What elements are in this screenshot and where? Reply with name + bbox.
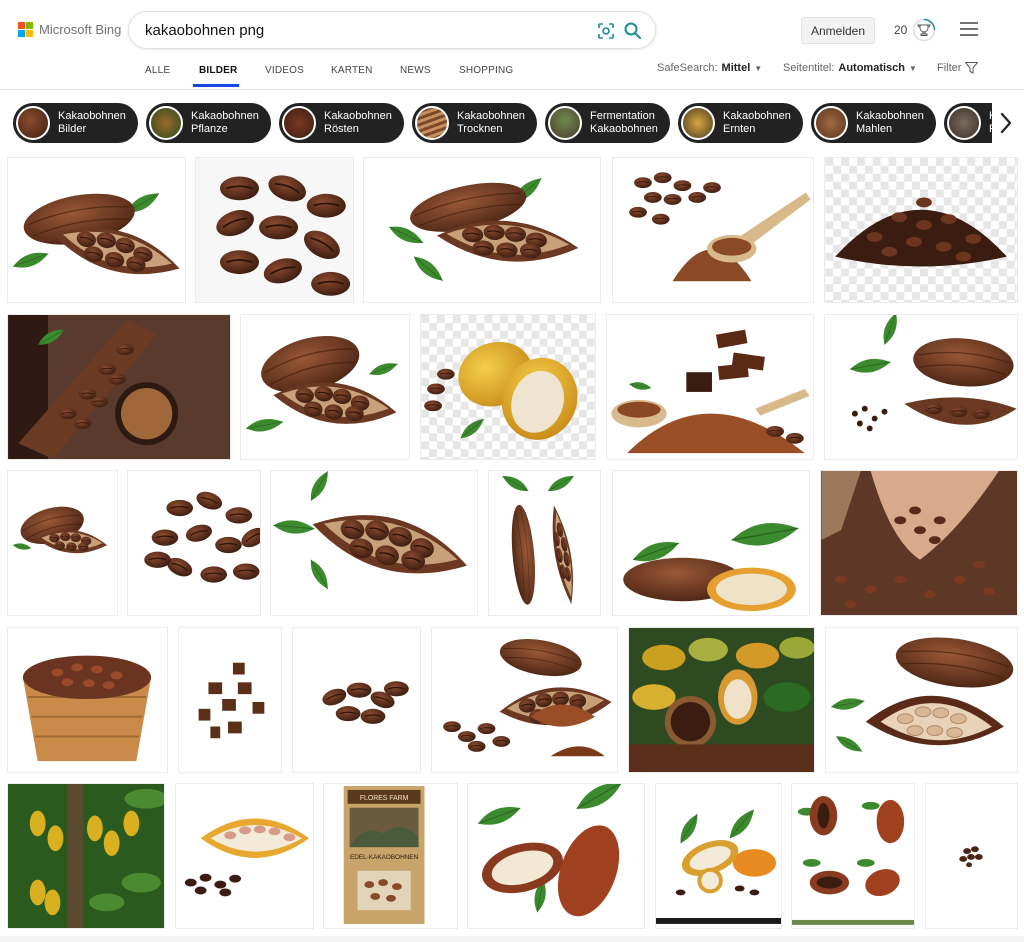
image-result[interactable] bbox=[612, 157, 814, 303]
cocoa-tree-image bbox=[8, 784, 164, 928]
image-result[interactable] bbox=[270, 470, 478, 616]
cocoa-pod-image bbox=[244, 325, 400, 435]
small-beans-image bbox=[959, 846, 983, 868]
image-result[interactable] bbox=[824, 314, 1018, 460]
image-result[interactable] bbox=[825, 627, 1018, 773]
cocoa-pod-image bbox=[386, 173, 600, 286]
image-result[interactable] bbox=[175, 783, 314, 929]
image-result[interactable] bbox=[363, 157, 601, 303]
cocoa-beans-image bbox=[319, 680, 410, 725]
image-result[interactable] bbox=[195, 157, 354, 303]
cocoa-pod-image bbox=[499, 471, 600, 607]
cocoa-pods-set-image bbox=[792, 795, 914, 925]
cocoa-beans-pile-image bbox=[825, 158, 1017, 302]
product-box-image: FLORES FARM EDEL-KAKAOBOHNEN bbox=[343, 786, 425, 924]
product-title-text: EDEL-KAKAOBOHNEN bbox=[350, 854, 419, 861]
image-result[interactable] bbox=[606, 314, 814, 460]
image-result[interactable] bbox=[925, 783, 1018, 929]
cocoa-pod-image bbox=[12, 499, 117, 615]
cocoa-beans-image bbox=[196, 158, 353, 302]
cocoa-basket-image bbox=[22, 655, 152, 762]
image-result[interactable] bbox=[7, 314, 231, 460]
image-result[interactable] bbox=[7, 470, 118, 616]
cocoa-pods-harvest-image bbox=[629, 628, 814, 772]
pixelated-beans-image bbox=[198, 662, 265, 739]
image-result[interactable] bbox=[420, 314, 596, 460]
image-result[interactable] bbox=[791, 783, 915, 929]
image-result[interactable] bbox=[488, 470, 601, 616]
cocoa-pod-illustration-image bbox=[656, 805, 781, 924]
cocoa-pod-image bbox=[623, 517, 801, 612]
cocoa-pod-image bbox=[848, 315, 1017, 432]
image-result[interactable] bbox=[655, 783, 782, 929]
image-results-grid: FLORES FARM EDEL-KAKAOBOHNEN bbox=[0, 0, 1024, 942]
image-result[interactable] bbox=[431, 627, 618, 773]
yellow-cocoa-pod-image bbox=[421, 315, 595, 459]
cocoa-pod-beans-image bbox=[272, 471, 477, 592]
image-result[interactable] bbox=[628, 627, 815, 773]
image-result[interactable] bbox=[7, 157, 186, 303]
cocoa-pod-image bbox=[10, 185, 185, 302]
image-result[interactable] bbox=[292, 627, 421, 773]
product-brand-text: FLORES FARM bbox=[360, 795, 409, 802]
image-result[interactable] bbox=[240, 314, 410, 460]
image-result[interactable] bbox=[7, 783, 165, 929]
image-result[interactable] bbox=[820, 470, 1018, 616]
cocoa-pod-open-image bbox=[184, 818, 310, 897]
image-result[interactable] bbox=[7, 627, 168, 773]
image-result[interactable] bbox=[127, 470, 261, 616]
cocoa-powder-chocolate-image bbox=[611, 329, 810, 454]
cocoa-beans-chocolate-image bbox=[8, 315, 230, 459]
cocoa-pod-illustration-image bbox=[475, 784, 627, 917]
image-result[interactable]: FLORES FARM EDEL-KAKAOBOHNEN bbox=[323, 783, 458, 929]
image-result[interactable] bbox=[467, 783, 645, 929]
hands-cocoa-beans-image bbox=[821, 471, 1017, 615]
cocoa-pod-open-image bbox=[829, 629, 1017, 756]
cocoa-powder-image bbox=[628, 171, 811, 282]
image-result[interactable] bbox=[178, 627, 282, 773]
image-result[interactable] bbox=[824, 157, 1018, 303]
cocoa-pod-powder-image bbox=[442, 632, 617, 757]
image-result[interactable] bbox=[612, 470, 810, 616]
cocoa-beans-image bbox=[143, 487, 260, 584]
